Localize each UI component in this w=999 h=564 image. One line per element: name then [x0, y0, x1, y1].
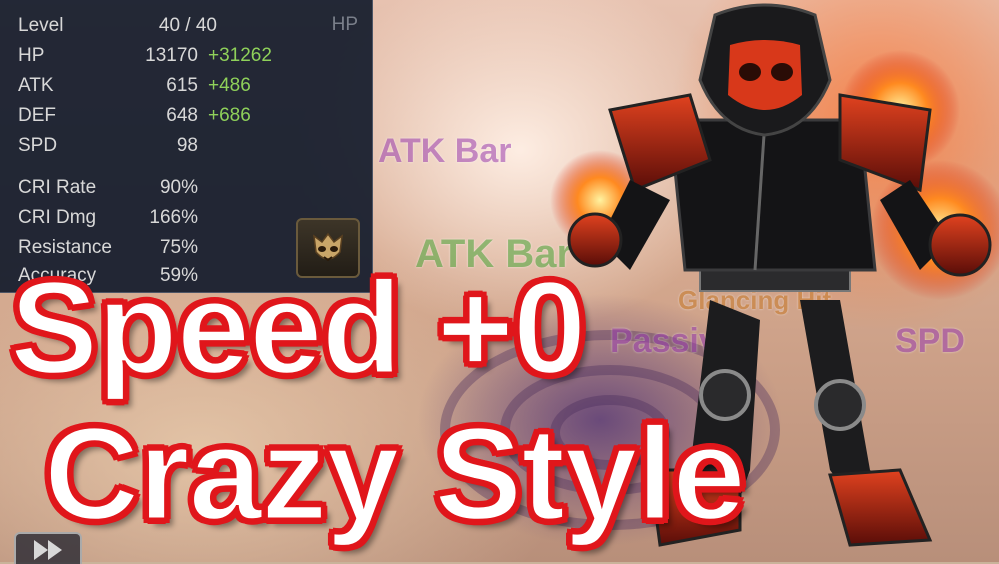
stat-label: CRI Dmg [18, 207, 97, 228]
visor-eye [771, 63, 793, 81]
stat-bonus: +31262 [208, 45, 272, 66]
stat-value: 648 [166, 105, 198, 126]
hp-tag: HP [331, 14, 358, 35]
stat-value: 13170 [145, 45, 198, 66]
stat-label: HP [18, 45, 45, 66]
fast-forward-button[interactable] [14, 532, 82, 564]
stat-bonus: +686 [208, 105, 251, 126]
visor-eye [739, 63, 761, 81]
stat-label: Level [18, 15, 64, 36]
stat-label: DEF [18, 105, 56, 126]
knee-spike [814, 379, 866, 431]
stat-value: 615 [166, 75, 198, 96]
stat-label: ATK [18, 75, 54, 96]
stat-value: 90% [159, 177, 198, 198]
hero-stats-panel: HP Level 40 / 40 HP 13170 +31262 ATK 615… [0, 0, 373, 293]
stat-value: 166% [149, 207, 198, 228]
fist-right [928, 213, 992, 277]
stat-label: CRI Rate [18, 177, 97, 198]
stat-bonus: +486 [208, 75, 251, 96]
effect-text-atk-bar: ATK Bar [378, 132, 512, 170]
headline-line-2: Crazy Style [43, 400, 748, 547]
stat-value: 40 / 40 [158, 15, 217, 36]
fast-forward-icon [34, 540, 62, 560]
stat-value: 98 [176, 135, 198, 156]
stat-label: SPD [18, 135, 58, 156]
headline-line-1: Speed +0 [8, 254, 587, 401]
hero-boot [828, 468, 933, 547]
